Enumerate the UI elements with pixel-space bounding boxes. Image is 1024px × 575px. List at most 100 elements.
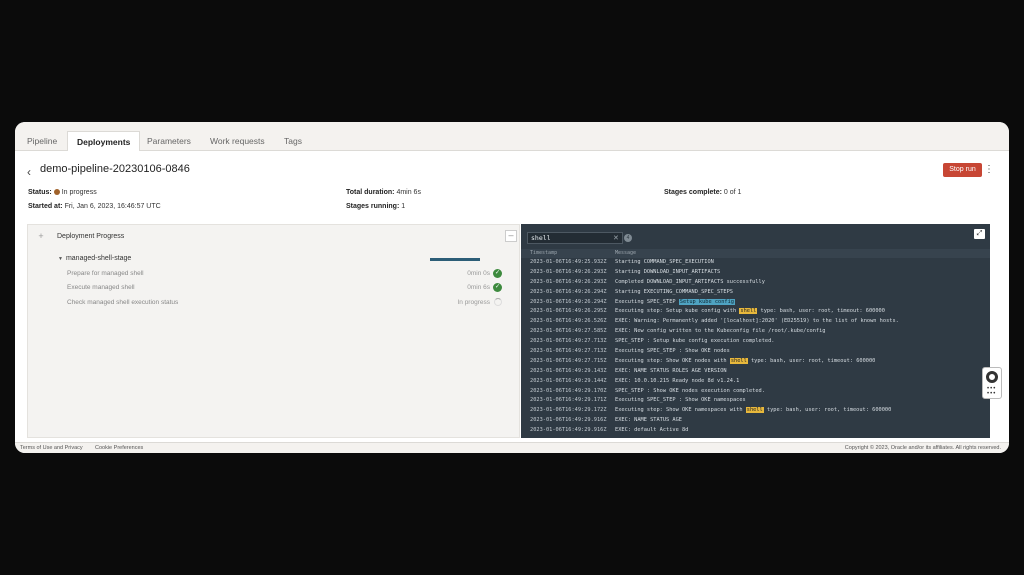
column-header-timestamp: Timestamp <box>530 250 558 256</box>
log-message: Executing SPEC_STEP : Show OKE namespace… <box>615 397 746 404</box>
log-search-input[interactable] <box>527 232 623 244</box>
expand-all-icon[interactable]: + <box>35 230 47 242</box>
log-timestamp: 2023-01-06T16:49:26.293Z <box>530 268 607 275</box>
step-name: Prepare for managed shell <box>67 270 144 277</box>
log-row: 2023-01-06T16:49:25.932Z Starting COMMAND… <box>521 258 990 268</box>
close-icon[interactable]: ✕ <box>613 234 619 242</box>
step-name: Check managed shell execution status <box>67 299 179 306</box>
log-row: 2023-01-06T16:49:26.294Z Starting EXECUTI… <box>521 288 990 298</box>
collapse-icon[interactable]: – <box>505 230 517 242</box>
log-row: 2023-01-06T16:49:27.713Z Executing SPEC_S… <box>521 347 990 357</box>
match-count-badge: 4 <box>624 234 632 242</box>
log-message: Executing step: Show OKE namespaces with… <box>615 406 891 416</box>
log-message-text: type: bash, user: root, timeout: 600000 <box>757 308 885 315</box>
spinner-icon <box>494 298 502 306</box>
started-field: Started at: Fri, Jan 6, 2023, 16:46:57 U… <box>28 203 161 210</box>
log-message-text: Executing step: Setup kube config with <box>615 308 740 315</box>
duration-value: 4min 6s <box>396 189 421 196</box>
help-widget[interactable]: ••• ••• <box>982 367 1002 399</box>
log-timestamp: 2023-01-06T16:49:26.295Z <box>530 308 607 315</box>
log-panel: ✕ 4 ⤢ Timestamp Message 2023-01-06T16:49… <box>521 224 990 438</box>
stage-row[interactable]: ▼ managed-shell-stage <box>58 255 131 262</box>
search-highlight: shell <box>739 308 758 315</box>
log-message: Executing step: Setup kube config with s… <box>615 307 885 317</box>
duration-label: Total duration: <box>346 189 395 196</box>
tab-pipeline[interactable]: Pipeline <box>27 132 57 151</box>
log-row: 2023-01-06T16:49:26.293Z Completed DOWNLO… <box>521 278 990 288</box>
log-row: 2023-01-06T16:49:29.172Z Executing step: … <box>521 406 990 416</box>
log-row: 2023-01-06T16:49:27.713Z SPEC_STEP : Setu… <box>521 337 990 347</box>
tab-bar: Pipeline Deployments Parameters Work req… <box>15 122 1009 152</box>
tab-deployments[interactable]: Deployments <box>67 131 141 152</box>
log-table-header: Timestamp Message <box>521 249 990 258</box>
deployment-progress-panel: + Deployment Progress – ▼ managed-shell-s… <box>27 224 520 438</box>
app-window: Pipeline Deployments Parameters Work req… <box>15 122 1009 453</box>
log-row: 2023-01-06T16:49:26.295Z Executing step: … <box>521 307 990 317</box>
log-timestamp: 2023-01-06T16:49:26.294Z <box>530 298 607 305</box>
log-row: 2023-01-06T16:49:27.585Z EXEC: New config… <box>521 327 990 337</box>
log-timestamp: 2023-01-06T16:49:29.144Z <box>530 377 607 384</box>
status-dot-icon <box>53 189 60 195</box>
step-time: 0min 0s <box>467 270 490 277</box>
log-row: 2023-01-06T16:49:27.715Z Executing step: … <box>521 357 990 367</box>
footer: Terms of Use and Privacy Cookie Preferen… <box>15 442 1009 453</box>
log-message-text: Executing step: Show OKE nodes with <box>615 357 730 364</box>
log-message: SPEC_STEP : Setup kube config execution … <box>615 338 775 345</box>
page-title: demo-pipeline-20230106-0846 <box>40 163 190 175</box>
log-timestamp: 2023-01-06T16:49:27.585Z <box>530 328 607 335</box>
stages-running-label: Stages running: <box>346 203 400 210</box>
chevron-left-icon[interactable]: ‹ <box>27 165 37 179</box>
log-message: EXEC: New config written to the Kubeconf… <box>615 328 826 335</box>
log-row: 2023-01-06T16:49:29.144Z EXEC: 10.0.10.21… <box>521 377 990 387</box>
expand-icon[interactable]: ⤢ <box>974 229 985 239</box>
log-message: Executing SPEC_STEP Setup kube config <box>615 298 735 308</box>
status-label: Status: <box>28 189 52 196</box>
log-timestamp: 2023-01-06T16:49:26.293Z <box>530 278 607 285</box>
log-row: 2023-01-06T16:49:29.171Z Executing SPEC_S… <box>521 396 990 406</box>
log-message-text: Executing SPEC_STEP <box>615 298 679 305</box>
log-message-text: type: bash, user: root, timeout: 600000 <box>747 357 876 364</box>
log-timestamp: 2023-01-06T16:49:25.932Z <box>530 259 607 265</box>
caret-down-icon: ▼ <box>58 256 63 262</box>
log-message: EXEC: default Active 8d <box>615 427 689 434</box>
run-header: ‹ demo-pipeline-20230106-0846 Stop run ⋮… <box>15 151 1009 224</box>
stop-run-button[interactable]: Stop run <box>943 163 982 177</box>
stage-progress-bar <box>430 258 480 261</box>
check-icon: ✓ <box>493 269 502 278</box>
log-timestamp: 2023-01-06T16:49:29.171Z <box>530 397 607 404</box>
panel-title: Deployment Progress <box>57 233 125 240</box>
tab-tags[interactable]: Tags <box>284 132 302 151</box>
more-actions-icon[interactable]: ⋮ <box>984 163 994 177</box>
log-timestamp: 2023-01-06T16:49:29.916Z <box>530 417 607 424</box>
duration-field: Total duration: 4min 6s <box>346 189 421 196</box>
log-timestamp: 2023-01-06T16:49:29.172Z <box>530 407 607 414</box>
step-time: 0min 6s <box>467 284 490 291</box>
started-label: Started at: <box>28 203 63 210</box>
log-timestamp: 2023-01-06T16:49:29.170Z <box>530 387 607 394</box>
stages-complete-label: Stages complete: <box>664 189 722 196</box>
log-message: Starting EXECUTING_COMMAND_SPEC_STEPS <box>615 288 733 295</box>
log-message: EXEC: 10.0.10.215 Ready node 8d v1.24.1 <box>615 377 740 384</box>
search-highlight: shell <box>745 407 764 414</box>
copyright-text: Copyright © 2023, Oracle and/or its affi… <box>844 445 1001 451</box>
log-rows: 2023-01-06T16:49:25.932Z Starting COMMAND… <box>521 258 990 436</box>
log-message: SPEC_STEP : Show OKE nodes execution com… <box>615 387 765 394</box>
status-value: In progress <box>61 189 97 196</box>
stage-name: managed-shell-stage <box>65 255 132 262</box>
step-name: Execute managed shell <box>67 284 135 291</box>
stages-complete-field: Stages complete: 0 of 1 <box>664 189 741 196</box>
log-timestamp: 2023-01-06T16:49:27.715Z <box>530 357 607 364</box>
cookie-preferences-link[interactable]: Cookie Preferences <box>95 445 143 451</box>
stages-running-field: Stages running: 1 <box>346 203 405 210</box>
terms-link[interactable]: Terms of Use and Privacy <box>20 445 83 451</box>
log-timestamp: 2023-01-06T16:49:26.526Z <box>530 318 607 325</box>
stages-complete-value: 0 of 1 <box>723 189 742 196</box>
tab-work-requests[interactable]: Work requests <box>210 132 265 151</box>
log-message-text: Executing step: Show OKE namespaces with <box>615 407 746 414</box>
log-row: 2023-01-06T16:49:29.170Z SPEC_STEP : Show… <box>521 387 990 397</box>
step-time: In progress <box>457 299 490 306</box>
log-message: Starting COMMAND_SPEC_EXECUTION <box>615 259 714 265</box>
tab-parameters[interactable]: Parameters <box>147 132 191 151</box>
check-icon: ✓ <box>493 283 502 292</box>
log-message-text: type: bash, user: root, timeout: 600000 <box>763 407 892 414</box>
